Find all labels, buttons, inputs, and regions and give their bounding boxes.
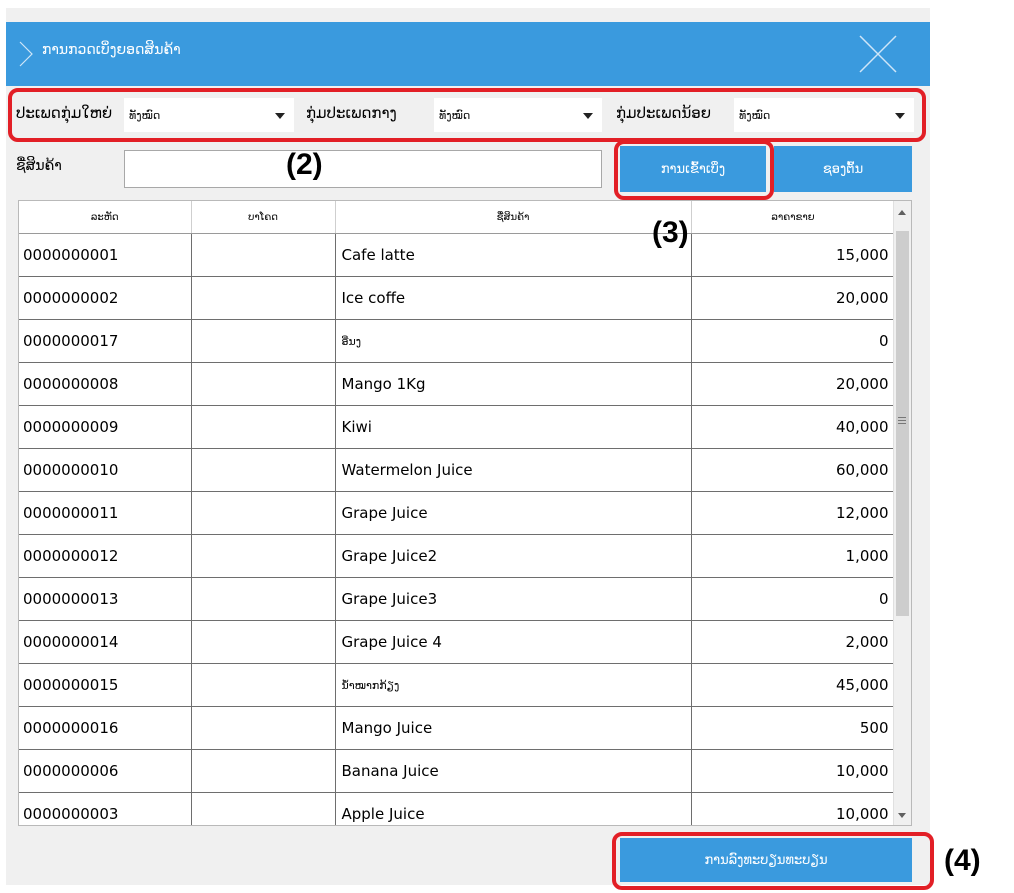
table-row[interactable]: 0000000015 ນ້ຳໝາກກ້ຽງ 45,000 xyxy=(19,663,896,707)
cell-name: Grape Juice3 xyxy=(335,577,692,621)
cell-barcode xyxy=(191,577,336,621)
table-row[interactable]: 0000000001 Cafe latte 15,000 xyxy=(19,233,896,277)
cell-price: 500 xyxy=(691,706,896,750)
cell-code: 0000000015 xyxy=(19,663,192,707)
annotation-label-3: (3) xyxy=(652,216,689,249)
cell-code: 0000000006 xyxy=(19,749,192,793)
cell-price: 0 xyxy=(691,319,896,363)
cell-barcode xyxy=(191,706,336,750)
table-row[interactable]: 0000000010 Watermelon Juice 60,000 xyxy=(19,448,896,492)
cell-price: 10,000 xyxy=(691,749,896,793)
table-row[interactable]: 0000000006 Banana Juice 10,000 xyxy=(19,749,896,793)
cell-name: Mango 1Kg xyxy=(335,362,692,406)
cell-name: Grape Juice2 xyxy=(335,534,692,578)
cell-price: 60,000 xyxy=(691,448,896,492)
cell-code: 0000000008 xyxy=(19,362,192,406)
cell-price: 12,000 xyxy=(691,491,896,535)
scroll-up-icon[interactable] xyxy=(898,210,906,215)
window-title: ການກວດເບິ່ງຍອດສິນຄ້າ xyxy=(42,42,181,58)
cell-barcode xyxy=(191,749,336,793)
cell-price: 10,000 xyxy=(691,792,896,825)
cell-code: 0000000014 xyxy=(19,620,192,664)
column-header-name[interactable]: ຊື່ສິນຄ້າ xyxy=(335,201,692,234)
annotation-label-2: (2) xyxy=(286,148,323,181)
product-table[interactable]: ລະຫັດ ບາໂຄດ ຊື່ສິນຄ້າ ລາຄາຂາຍ 0000000001… xyxy=(18,200,912,826)
cell-name: ອີ່ນງ xyxy=(335,319,692,363)
cell-price: 20,000 xyxy=(691,276,896,320)
table-row[interactable]: 0000000016 Mango Juice 500 xyxy=(19,706,896,750)
cell-name: Mango Juice xyxy=(335,706,692,750)
column-header-code[interactable]: ລະຫັດ xyxy=(19,201,192,234)
cell-price: 0 xyxy=(691,577,896,621)
search-button-highlight xyxy=(614,140,774,200)
cell-name: Apple Juice xyxy=(335,792,692,825)
table-row[interactable]: 0000000003 Apple Juice 10,000 xyxy=(19,792,896,825)
cell-name: Ice coffe xyxy=(335,276,692,320)
cell-barcode xyxy=(191,448,336,492)
cell-barcode xyxy=(191,620,336,664)
cell-code: 0000000003 xyxy=(19,792,192,825)
table-row[interactable]: 0000000017 ອີ່ນງ 0 xyxy=(19,319,896,363)
product-name-input[interactable] xyxy=(124,150,602,188)
cell-name: Banana Juice xyxy=(335,749,692,793)
filter-row-highlight xyxy=(8,88,926,142)
register-button-highlight xyxy=(612,832,934,890)
table-row[interactable]: 0000000012 Grape Juice2 1,000 xyxy=(19,534,896,578)
cell-name: Kiwi xyxy=(335,405,692,449)
cell-barcode xyxy=(191,233,336,277)
cell-price: 1,000 xyxy=(691,534,896,578)
cell-price: 40,000 xyxy=(691,405,896,449)
table-row[interactable]: 0000000014 Grape Juice 4 2,000 xyxy=(19,620,896,664)
cell-barcode xyxy=(191,491,336,535)
cell-barcode xyxy=(191,405,336,449)
cell-code: 0000000001 xyxy=(19,233,192,277)
cell-barcode xyxy=(191,276,336,320)
reset-button[interactable]: ຊອງຕົ້ນ xyxy=(774,146,912,192)
cell-name: Grape Juice 4 xyxy=(335,620,692,664)
cell-barcode xyxy=(191,319,336,363)
cell-barcode xyxy=(191,534,336,578)
column-header-price[interactable]: ລາຄາຂາຍ xyxy=(691,201,896,234)
scrollbar-grip-icon xyxy=(898,417,906,424)
table-row[interactable]: 0000000011 Grape Juice 12,000 xyxy=(19,491,896,535)
cell-name: Cafe latte xyxy=(335,233,692,277)
cell-barcode xyxy=(191,663,336,707)
cell-code: 0000000011 xyxy=(19,491,192,535)
cell-price: 15,000 xyxy=(691,233,896,277)
cell-code: 0000000012 xyxy=(19,534,192,578)
column-header-barcode[interactable]: ບາໂຄດ xyxy=(191,201,336,234)
cell-code: 0000000016 xyxy=(19,706,192,750)
cell-name: ນ້ຳໝາກກ້ຽງ xyxy=(335,663,692,707)
chevron-right-icon xyxy=(19,41,33,67)
product-name-label: ຊື່ສິນຄ້າ xyxy=(16,158,62,174)
cell-price: 2,000 xyxy=(691,620,896,664)
close-icon[interactable] xyxy=(858,34,898,74)
cell-code: 0000000002 xyxy=(19,276,192,320)
table-row[interactable]: 0000000009 Kiwi 40,000 xyxy=(19,405,896,449)
table-row[interactable]: 0000000008 Mango 1Kg 20,000 xyxy=(19,362,896,406)
cell-barcode xyxy=(191,792,336,825)
cell-price: 20,000 xyxy=(691,362,896,406)
table-header-row: ລະຫັດ ບາໂຄດ ຊື່ສິນຄ້າ ລາຄາຂາຍ xyxy=(19,201,896,234)
cell-code: 0000000017 xyxy=(19,319,192,363)
cell-barcode xyxy=(191,362,336,406)
scroll-down-icon[interactable] xyxy=(898,813,906,818)
table-row[interactable]: 0000000013 Grape Juice3 0 xyxy=(19,577,896,621)
annotation-label-4: (4) xyxy=(944,844,981,877)
cell-name: Watermelon Juice xyxy=(335,448,692,492)
cell-price: 45,000 xyxy=(691,663,896,707)
table-row[interactable]: 0000000002 Ice coffe 20,000 xyxy=(19,276,896,320)
cell-name: Grape Juice xyxy=(335,491,692,535)
cell-code: 0000000010 xyxy=(19,448,192,492)
cell-code: 0000000009 xyxy=(19,405,192,449)
cell-code: 0000000013 xyxy=(19,577,192,621)
